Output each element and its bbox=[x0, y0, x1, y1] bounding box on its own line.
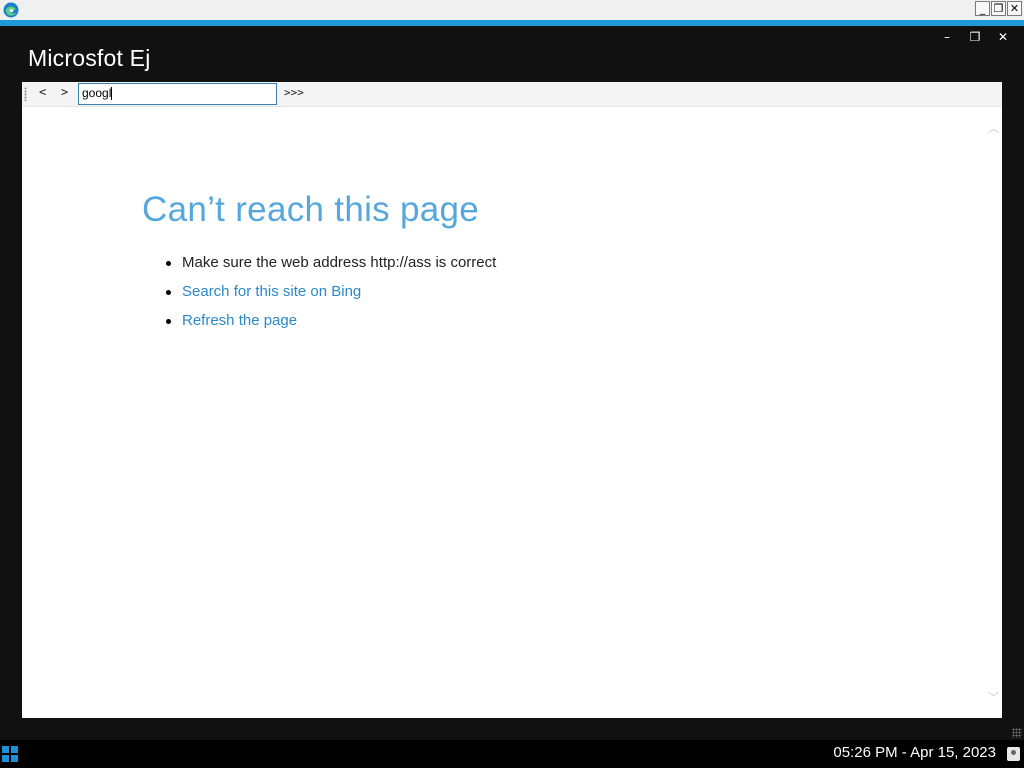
app-close-button[interactable]: ✕ bbox=[996, 30, 1010, 44]
app-title: Microsfot Ej bbox=[28, 45, 151, 71]
list-item: Make sure the web address http://ass is … bbox=[164, 253, 496, 282]
os-window-controls: _ ❐ ✕ bbox=[975, 1, 1022, 16]
error-title: Can’t reach this page bbox=[142, 190, 480, 229]
refresh-page-link[interactable]: Refresh the page bbox=[182, 312, 297, 329]
suggestion-check-address: Make sure the web address http://ass is … bbox=[182, 254, 497, 271]
list-item: Search for this site on Bing bbox=[164, 282, 496, 311]
edge-icon bbox=[3, 2, 19, 18]
address-input-value: googl bbox=[82, 86, 112, 100]
scroll-down-arrow-icon[interactable]: ﹀ bbox=[988, 689, 999, 705]
bullet bbox=[166, 261, 171, 266]
os-minimize-button[interactable]: _ bbox=[975, 1, 990, 16]
bullet bbox=[166, 319, 171, 324]
os-close-button[interactable]: ✕ bbox=[1007, 1, 1022, 16]
error-suggestions-list: Make sure the web address http://ass is … bbox=[164, 253, 496, 340]
taskbar-clock[interactable]: 05:26 PM - Apr 15, 2023 bbox=[833, 744, 996, 761]
text-caret bbox=[111, 87, 113, 101]
user-tray-icon[interactable] bbox=[1007, 747, 1020, 761]
app-window-controls: – ❐ ✕ bbox=[940, 30, 1010, 44]
go-button[interactable]: >>> bbox=[284, 86, 304, 99]
vertical-scrollbar[interactable]: ︿ ﹀ bbox=[986, 107, 1002, 718]
windows-start-icon[interactable] bbox=[2, 746, 18, 762]
forward-button[interactable]: > bbox=[61, 85, 68, 99]
taskbar: 05:26 PM - Apr 15, 2023 bbox=[0, 740, 1024, 768]
os-restore-button[interactable]: ❐ bbox=[991, 1, 1006, 16]
scroll-up-arrow-icon[interactable]: ︿ bbox=[988, 120, 999, 136]
back-button[interactable]: < bbox=[39, 85, 46, 99]
bullet bbox=[166, 290, 171, 295]
app-minimize-button[interactable]: – bbox=[940, 30, 954, 44]
navigation-toolbar: < > googl >>> bbox=[22, 82, 1002, 107]
address-input[interactable]: googl bbox=[78, 83, 277, 105]
resize-grip[interactable] bbox=[1012, 728, 1022, 738]
search-bing-link[interactable]: Search for this site on Bing bbox=[182, 283, 361, 300]
os-title-bar: _ ❐ ✕ bbox=[0, 0, 1024, 21]
browser-content-area: < > googl >>> Can’t reach this page Make… bbox=[22, 82, 1002, 718]
app-restore-button[interactable]: ❐ bbox=[968, 30, 982, 44]
list-item: Refresh the page bbox=[164, 311, 496, 340]
toolbar-grip[interactable] bbox=[24, 87, 27, 101]
error-page: Can’t reach this page Make sure the web … bbox=[22, 107, 1002, 718]
